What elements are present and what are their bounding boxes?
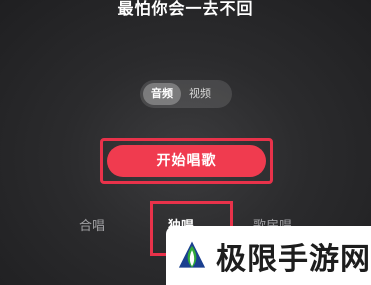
- tab-chorus[interactable]: 合唱: [79, 215, 105, 234]
- watermark-logo-icon: [178, 240, 206, 268]
- watermark: 极限手游网: [166, 226, 371, 285]
- start-singing-button[interactable]: 开始唱歌: [107, 145, 266, 177]
- song-title: 最怕你会一去不回: [117, 0, 254, 18]
- toggle-video[interactable]: 视频: [181, 83, 219, 105]
- toggle-audio[interactable]: 音频: [143, 83, 181, 105]
- watermark-text: 极限手游网: [216, 241, 371, 277]
- audio-video-toggle[interactable]: 音频 视频: [140, 80, 232, 108]
- start-button-highlight: 开始唱歌: [100, 138, 273, 184]
